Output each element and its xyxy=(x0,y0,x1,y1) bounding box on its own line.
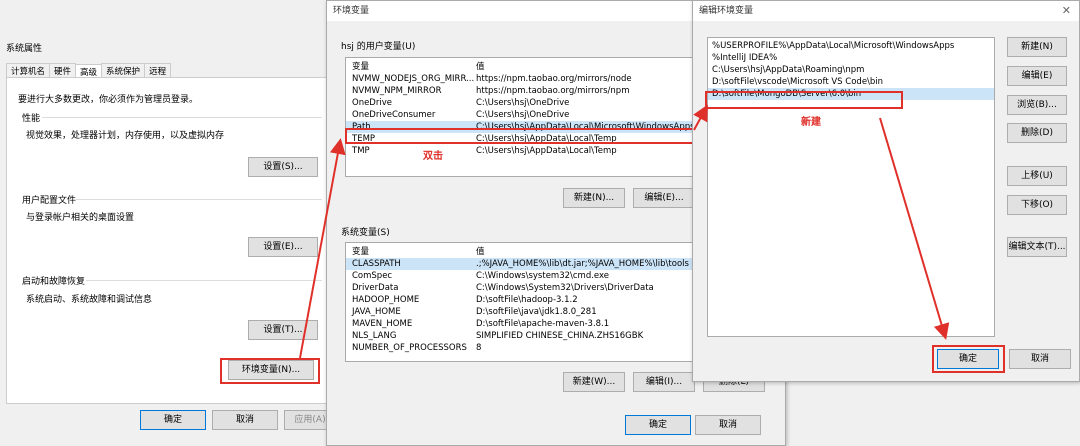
browse-button[interactable]: 浏览(B)... xyxy=(1007,95,1067,115)
profile-desc: 与登录帐户相关的桌面设置 xyxy=(26,213,135,223)
path-row-highlight xyxy=(345,128,697,144)
variable-name-cell: CLASSPATH xyxy=(352,259,401,269)
env-ok-button[interactable]: 确定 xyxy=(625,415,691,435)
system-properties-window: 系统属性 计算机名 硬件 高级 系统保护 远程 要进行大多数更改，你必须作为管理员登录。… xyxy=(0,35,336,435)
tab-remote[interactable]: 远程 xyxy=(144,63,172,78)
ok-button[interactable]: 确定 xyxy=(140,410,206,430)
system-vars-section-title: 系统变量(S) xyxy=(341,228,390,238)
admin-note: 要进行大多数更改，你必须作为管理员登录。 xyxy=(18,95,199,105)
startup-settings-button[interactable]: 设置(T)... xyxy=(248,320,318,340)
new-annotation: 新建 xyxy=(801,117,821,128)
startup-title: 启动和故障恢复 xyxy=(22,277,86,287)
move-up-button[interactable]: 上移(U) xyxy=(1007,166,1067,186)
variable-name-cell: ComSpec xyxy=(352,271,393,281)
variable-name-cell: NVMW_NPM_MIRROR xyxy=(352,86,442,96)
variable-name-cell: NVMW_NODEJS_ORG_MIRR... xyxy=(352,74,475,84)
user-edit-button[interactable]: 编辑(E)... xyxy=(633,188,695,208)
cancel-button[interactable]: 取消 xyxy=(212,410,278,430)
variable-name-cell: OneDrive xyxy=(352,98,392,108)
variable-name-cell: OneDriveConsumer xyxy=(352,110,436,120)
window-title: 系统属性 xyxy=(6,44,43,54)
column-header-value: 值 xyxy=(476,247,485,257)
env-cancel-button[interactable]: 取消 xyxy=(695,415,761,435)
new-button[interactable]: 新建(N) xyxy=(1007,37,1067,57)
variable-name-cell: NLS_LANG xyxy=(352,331,397,341)
list-item[interactable]: %USERPROFILE%\AppData\Local\Microsoft\Wi… xyxy=(708,40,994,52)
edit-cancel-button[interactable]: 取消 xyxy=(1009,349,1071,369)
tab-hardware[interactable]: 硬件 xyxy=(49,63,77,78)
system-edit-button[interactable]: 编辑(I)... xyxy=(633,372,695,392)
performance-desc: 视觉效果，处理器计划，内存使用，以及虚拟内存 xyxy=(26,131,225,141)
tab-bar: 计算机名 硬件 高级 系统保护 远程 xyxy=(6,63,172,79)
system-new-button[interactable]: 新建(W)... xyxy=(563,372,625,392)
tab-system-protection[interactable]: 系统保护 xyxy=(101,63,146,78)
variable-name-cell: NUMBER_OF_PROCESSORS xyxy=(352,343,467,353)
delete-button[interactable]: 删除(D) xyxy=(1007,123,1067,143)
user-new-button[interactable]: 新建(N)... xyxy=(563,188,625,208)
double-click-annotation: 双击 xyxy=(423,151,443,162)
performance-settings-button[interactable]: 设置(S)... xyxy=(248,157,318,177)
list-item[interactable]: C:\Users\hsj\AppData\Roaming\npm xyxy=(708,64,994,76)
variable-name-cell: HADOOP_HOME xyxy=(352,295,420,305)
path-entries-list: %USERPROFILE%\AppData\Local\Microsoft\Wi… xyxy=(707,37,995,337)
startup-desc: 系统启动、系统故障和调试信息 xyxy=(26,295,153,305)
close-icon[interactable]: ✕ xyxy=(1062,4,1071,17)
edit-environment-variable-window: 编辑环境变量 ✕ %USERPROFILE%\AppData\Local\Mic… xyxy=(692,0,1080,382)
performance-title: 性能 xyxy=(22,114,41,124)
env-button-highlight xyxy=(220,358,320,384)
variable-name-cell: TMP xyxy=(352,146,370,156)
profile-settings-button[interactable]: 设置(E)... xyxy=(248,237,318,257)
column-header-variable: 变量 xyxy=(352,247,370,257)
profile-title: 用户配置文件 xyxy=(22,196,77,206)
variable-name-cell: JAVA_HOME xyxy=(352,307,401,317)
window-title: 编辑环境变量 xyxy=(693,1,1079,21)
variable-name-cell: MAVEN_HOME xyxy=(352,319,413,329)
list-item[interactable]: D:\softFile\vscode\Microsoft VS Code\bin xyxy=(708,76,994,88)
column-header-value: 值 xyxy=(476,62,485,72)
user-vars-section-title: hsj 的用户变量(U) xyxy=(341,42,416,52)
move-down-button[interactable]: 下移(O) xyxy=(1007,195,1067,215)
tab-computer-name[interactable]: 计算机名 xyxy=(6,63,51,78)
ok-button-highlight xyxy=(932,345,1005,373)
column-header-variable: 变量 xyxy=(352,62,370,72)
list-item[interactable]: %IntelliJ IDEA% xyxy=(708,52,994,64)
edit-button[interactable]: 编辑(E) xyxy=(1007,66,1067,86)
variable-name-cell: DriverData xyxy=(352,283,399,293)
edit-text-button[interactable]: 编辑文本(T)... xyxy=(1007,237,1067,257)
new-entry-highlight xyxy=(705,91,903,109)
